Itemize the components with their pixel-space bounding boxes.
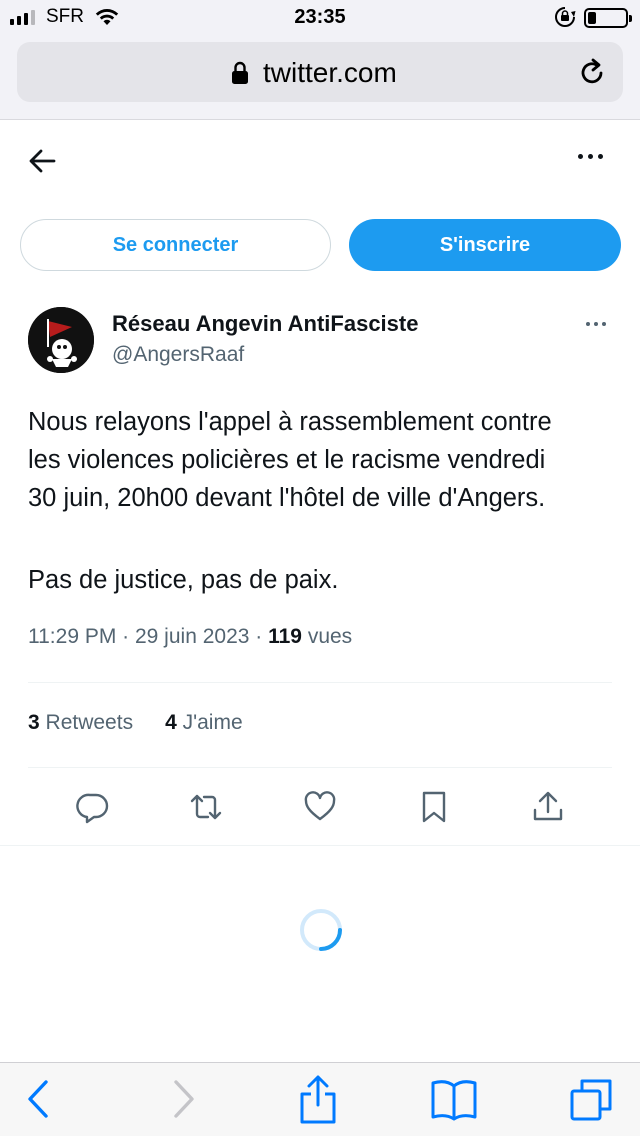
tweet-stats: 3 Retweets 4 J'aime xyxy=(28,711,243,735)
divider xyxy=(28,767,612,768)
tweet-timestamp[interactable]: 11:29 PM · 29 juin 2023 · xyxy=(28,625,268,648)
status-bar: SFR 23:35 xyxy=(0,0,640,36)
tweet-text: Nous relayons l'appel à rassemblement co… xyxy=(28,403,628,517)
back-icon[interactable] xyxy=(24,1077,54,1121)
safari-toolbar xyxy=(0,1062,640,1136)
reload-icon[interactable] xyxy=(579,57,607,87)
retweet-icon[interactable] xyxy=(189,790,223,824)
retweets-label: Retweets xyxy=(45,711,134,734)
signup-button[interactable]: S'inscrire xyxy=(349,219,621,271)
views-label: vues xyxy=(301,625,353,648)
share-icon[interactable] xyxy=(531,790,565,824)
avatar[interactable] xyxy=(28,307,94,373)
reply-icon[interactable] xyxy=(76,790,110,824)
views-count: 119 xyxy=(268,625,302,648)
tweet-line: les violences policières et le racisme v… xyxy=(28,446,546,474)
author-name[interactable]: Réseau Angevin AntiFasciste xyxy=(112,311,418,337)
tweet-meta: 11:29 PM · 29 juin 2023 · 119 vues xyxy=(28,625,352,649)
tabs-icon[interactable] xyxy=(568,1077,614,1123)
lock-icon xyxy=(232,61,248,84)
more-options-icon[interactable] xyxy=(578,154,603,159)
battery-icon xyxy=(584,8,632,28)
forward-icon[interactable] xyxy=(168,1077,198,1121)
rotation-lock-icon xyxy=(555,7,576,27)
back-arrow-icon[interactable] xyxy=(28,146,56,176)
address-bar[interactable]: twitter.com xyxy=(17,42,623,102)
bookmarks-icon[interactable] xyxy=(430,1077,478,1121)
likes-stat[interactable]: 4 J'aime xyxy=(165,711,243,735)
divider xyxy=(0,845,640,846)
clock: 23:35 xyxy=(294,6,346,28)
retweets-count: 3 xyxy=(28,711,40,734)
tweet-more-icon[interactable] xyxy=(586,322,606,326)
url-text: twitter.com xyxy=(263,57,397,88)
divider xyxy=(28,682,612,683)
bookmark-icon[interactable] xyxy=(417,790,451,824)
login-button[interactable]: Se connecter xyxy=(20,219,331,271)
retweets-stat[interactable]: 3 Retweets xyxy=(28,711,133,735)
likes-label: J'aime xyxy=(182,711,243,734)
likes-count: 4 xyxy=(165,711,177,734)
author-handle[interactable]: @AngersRaaf xyxy=(112,343,244,367)
tweet-line: 30 juin, 20h00 devant l'hôtel de ville d… xyxy=(28,484,546,512)
share-icon[interactable] xyxy=(298,1073,338,1125)
like-icon[interactable] xyxy=(303,790,337,824)
loading-spinner-icon xyxy=(300,909,342,951)
tweet-line: Nous relayons l'appel à rassemblement co… xyxy=(28,408,552,436)
browser-address-area: twitter.com xyxy=(0,36,640,120)
tweet-text-paragraph: Pas de justice, pas de paix. xyxy=(28,566,339,594)
